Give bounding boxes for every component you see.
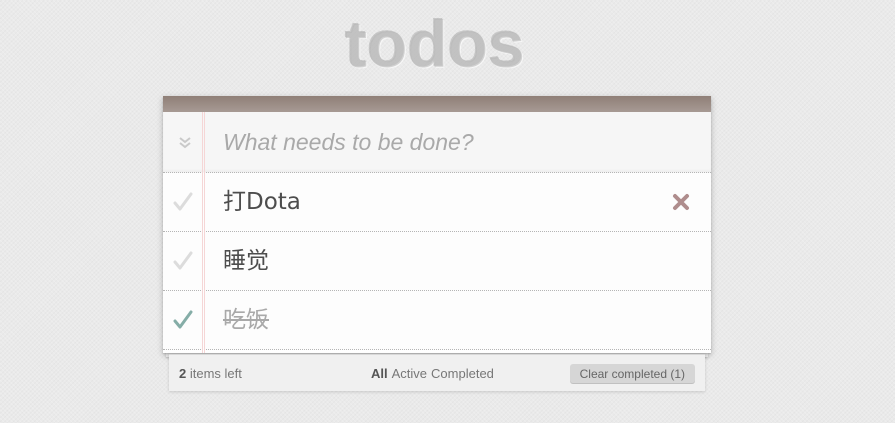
filter-completed[interactable]: Completed — [431, 355, 494, 393]
new-todo-row — [163, 112, 711, 173]
todo-label[interactable]: 打Dota — [223, 173, 301, 231]
todo-label[interactable]: 睡觉 — [223, 232, 269, 290]
toggle-all-icon[interactable] — [177, 136, 195, 150]
filter-all[interactable]: All — [371, 355, 388, 393]
todo-app: 打Dota 睡觉 吃饭 — [163, 96, 711, 353]
todo-item: 吃饭 — [163, 291, 711, 350]
todo-item: 打Dota — [163, 173, 711, 232]
filter-active[interactable]: Active — [392, 355, 427, 393]
items-left-count: 2 items left — [179, 355, 242, 393]
checkmark-icon[interactable] — [172, 308, 194, 332]
clear-completed-button[interactable]: Clear completed (1) — [569, 364, 695, 384]
new-todo-input[interactable] — [223, 112, 693, 172]
todo-label[interactable]: 吃饭 — [223, 291, 269, 349]
app-title: todos — [345, 7, 525, 81]
header-bar — [163, 96, 711, 112]
count-suffix: items left — [186, 366, 242, 381]
destroy-x-icon[interactable] — [671, 192, 691, 212]
checkmark-icon[interactable] — [172, 190, 194, 214]
filters: All Active Completed — [371, 355, 494, 393]
footer: 2 items left All Active Completed Clear … — [169, 354, 705, 391]
todo-item: 睡觉 — [163, 232, 711, 291]
margin-line — [202, 112, 205, 353]
checkmark-icon[interactable] — [172, 249, 194, 273]
